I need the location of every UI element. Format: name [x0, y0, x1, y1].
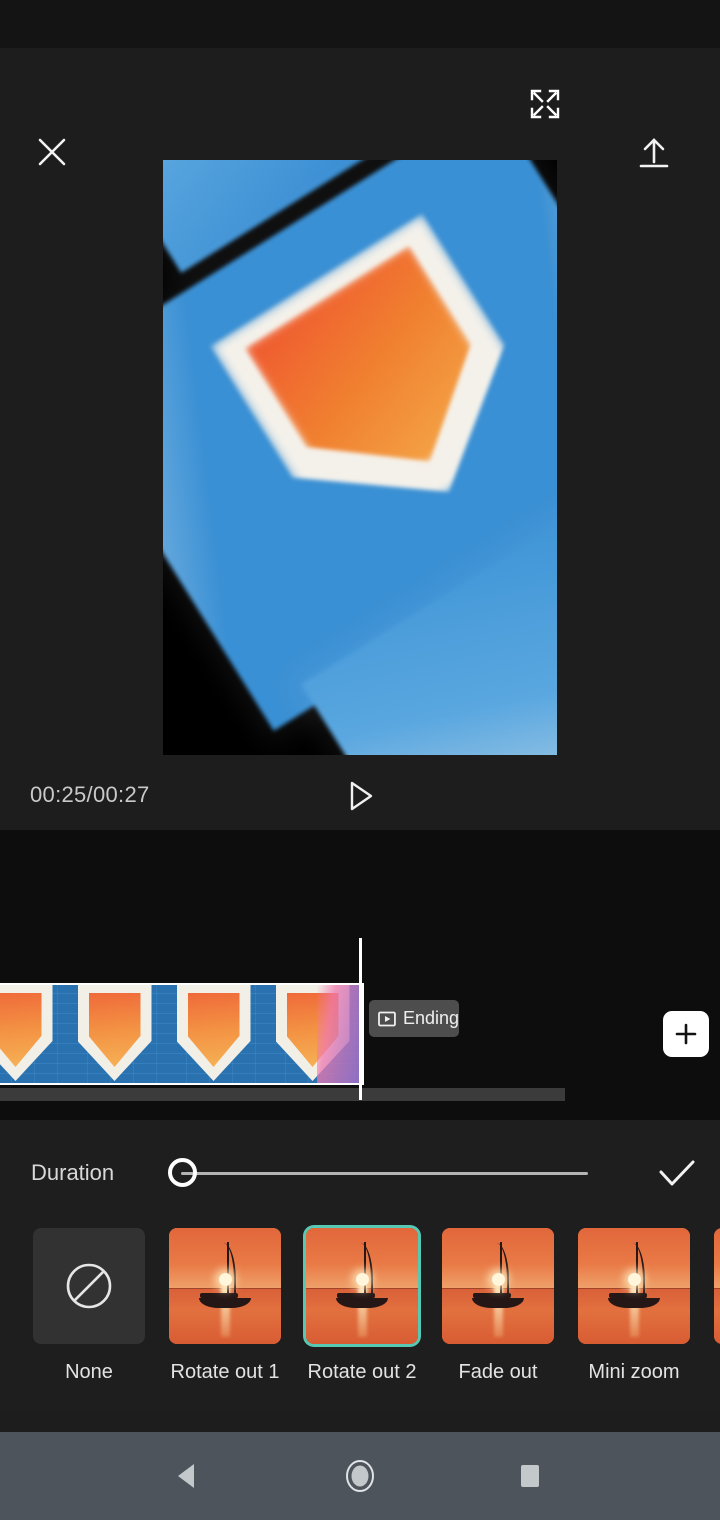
filmstrip-frame [65, 985, 164, 1083]
nav-back-button[interactable] [128, 1432, 248, 1520]
effect-thumbnail[interactable] [578, 1228, 690, 1344]
status-bar [0, 0, 720, 48]
filmstrip-frame [0, 985, 65, 1083]
add-clip-button[interactable] [663, 1011, 709, 1057]
duration-slider-track [181, 1172, 588, 1175]
playhead[interactable] [359, 938, 362, 1100]
nav-home-button[interactable] [300, 1432, 420, 1520]
duration-slider-thumb[interactable] [168, 1158, 197, 1187]
effects-list[interactable]: None Rotate out 1 Rotate out 2 Fade out Mini… [0, 1228, 720, 1393]
play-button[interactable] [336, 772, 384, 820]
effect-label: Rotate out 2 [307, 1361, 417, 1383]
filmstrip-frame [263, 985, 362, 1083]
time-display: 00:25/00:27 [30, 782, 150, 807]
effect-label: Rotate out 1 [170, 1361, 280, 1383]
no-effect-icon [60, 1257, 118, 1315]
fullscreen-expand-icon[interactable] [521, 80, 569, 128]
sunset-boat-thumbnail [714, 1228, 720, 1344]
effect-option[interactable]: Fade out [442, 1228, 554, 1384]
effect-thumbnail[interactable] [33, 1228, 145, 1344]
sunset-boat-thumbnail [442, 1228, 554, 1344]
close-icon [38, 138, 66, 166]
duration-slider[interactable] [168, 1158, 588, 1187]
sunset-boat-thumbnail [306, 1228, 418, 1344]
effect-option[interactable]: Rotate out 2 [306, 1228, 418, 1384]
effect-label: Mini zoom [588, 1361, 680, 1383]
effect-label: None [65, 1361, 113, 1383]
close-button[interactable] [16, 116, 88, 188]
effect-option[interactable] [714, 1228, 720, 1344]
confirm-button[interactable] [650, 1150, 704, 1198]
timeline-scrollbar[interactable] [0, 1088, 565, 1101]
effect-option[interactable]: Rotate out 1 [169, 1228, 281, 1384]
effect-label: Fade out [458, 1361, 538, 1383]
sunset-boat-thumbnail [578, 1228, 690, 1344]
play-icon [350, 781, 373, 811]
video-preview[interactable] [163, 55, 557, 755]
filmstrip-frame [164, 985, 263, 1083]
checkmark-icon [659, 1160, 695, 1186]
effect-thumbnail[interactable] [442, 1228, 554, 1344]
sunset-boat-thumbnail [169, 1228, 281, 1344]
video-editor-screen: 00:25/00:27 00:2400:26 [0, 0, 720, 1520]
duration-label: Duration [31, 1160, 115, 1185]
export-upload-icon [639, 138, 669, 168]
ending-badge[interactable]: Ending [369, 1000, 459, 1037]
video-clip-icon [378, 1011, 396, 1026]
home-circle-icon [346, 1460, 374, 1492]
recents-square-icon [521, 1465, 539, 1487]
timeline-ruler[interactable]: 00:2400:26 [0, 830, 720, 880]
video-clip[interactable] [0, 983, 364, 1085]
ending-badge-label: Ending [402, 1008, 459, 1028]
effect-thumbnail[interactable] [306, 1228, 418, 1344]
effect-thumbnail[interactable] [714, 1228, 720, 1344]
effect-option[interactable]: None [33, 1228, 145, 1384]
back-triangle-icon [178, 1464, 194, 1488]
export-button[interactable] [618, 116, 690, 188]
nav-recents-button[interactable] [470, 1432, 590, 1520]
effect-option[interactable]: Mini zoom [578, 1228, 690, 1384]
clip-filmstrip [0, 985, 362, 1083]
android-nav-bar [0, 1432, 720, 1520]
effect-thumbnail[interactable] [169, 1228, 281, 1344]
plus-icon [675, 1023, 697, 1045]
